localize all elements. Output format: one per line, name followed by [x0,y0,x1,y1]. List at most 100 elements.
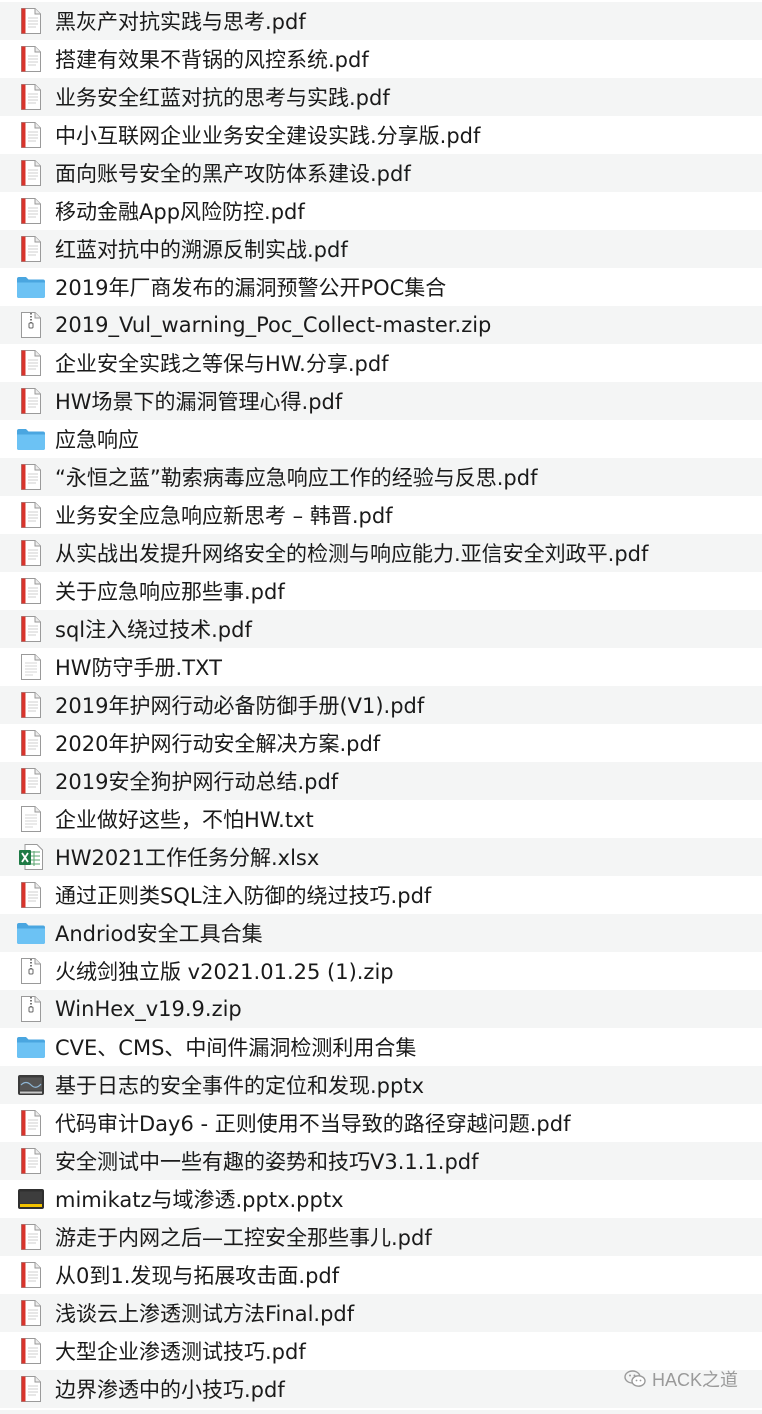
file-name: 2019安全狗护网行动总结.pdf [55,770,339,794]
pdf-file-icon [16,690,46,720]
file-name: 企业做好这些，不怕HW.txt [55,808,314,832]
zip-file-icon [16,994,46,1024]
file-row[interactable]: 业务安全应急响应新思考 – 韩晋.pdf [0,496,762,534]
keynote-presentation-icon [16,1184,46,1214]
pdf-file-icon [16,158,46,188]
pdf-file-icon [16,348,46,378]
pdf-file-icon [16,614,46,644]
file-name: 游走于内网之后—工控安全那些事儿.pdf [55,1226,432,1250]
text-file-icon [16,652,46,682]
folder-icon [16,918,46,948]
pdf-file-icon [16,500,46,530]
file-name: sql注入绕过技术.pdf [55,618,252,642]
file-row[interactable]: 2019年护网行动必备防御手册(V1).pdf [0,686,762,724]
file-row[interactable]: 火绒剑独立版 v2021.01.25 (1).zip [0,952,762,990]
file-name: 基于日志的安全事件的定位和发现.pptx [55,1074,424,1098]
file-row[interactable]: 浅谈云上渗透测试方法Final.pdf [0,1294,762,1332]
file-row[interactable]: 从0到1.发现与拓展攻击面.pdf [0,1256,762,1294]
folder-icon [16,1032,46,1062]
pdf-file-icon [16,538,46,568]
file-name: Andriod安全工具合集 [55,922,263,946]
file-name: CVE、CMS、中间件漏洞检测利用合集 [55,1036,417,1060]
file-row[interactable]: 中小互联网企业业务安全建设实践.分享版.pdf [0,116,762,154]
file-row[interactable]: HW2021工作任务分解.xlsx [0,838,762,876]
file-row[interactable]: 关于应急响应那些事.pdf [0,572,762,610]
file-name: WinHex_v19.9.zip [55,997,242,1021]
text-file-icon [16,804,46,834]
file-row[interactable]: WinHex_v19.9.zip [0,990,762,1028]
file-name: 安全测试中一些有趣的姿势和技巧V3.1.1.pdf [55,1150,479,1174]
file-name: HW场景下的漏洞管理心得.pdf [55,390,343,414]
file-row[interactable]: 面向账号安全的黑产攻防体系建设.pdf [0,154,762,192]
file-row[interactable]: 搭建有效果不背锅的风控系统.pdf [0,40,762,78]
file-row[interactable]: 从实战出发提升网络安全的检测与响应能力.亚信安全刘政平.pdf [0,534,762,572]
file-name: 应急响应 [55,428,139,452]
file-row[interactable]: 移动金融App风险防控.pdf [0,192,762,230]
file-name: 火绒剑独立版 v2021.01.25 (1).zip [55,960,394,984]
file-row[interactable]: HW场景下的漏洞管理心得.pdf [0,382,762,420]
file-row[interactable]: 2019安全狗护网行动总结.pdf [0,762,762,800]
file-name: 关于应急响应那些事.pdf [55,580,285,604]
folder-row[interactable]: 2019年厂商发布的漏洞预警公开POC集合 [0,268,762,306]
file-row[interactable]: sql注入绕过技术.pdf [0,610,762,648]
pdf-file-icon [16,462,46,492]
pdf-file-icon [16,880,46,910]
folder-row[interactable]: 应急响应 [0,420,762,458]
file-row[interactable]: 黑灰产对抗实践与思考.pdf [0,2,762,40]
file-name: 业务安全红蓝对抗的思考与实践.pdf [55,86,390,110]
file-row[interactable]: 游走于内网之后—工控安全那些事儿.pdf [0,1218,762,1256]
file-row[interactable]: 2020年护网行动安全解决方案.pdf [0,724,762,762]
file-row[interactable]: mimikatz与域渗透.pptx.pptx [0,1180,762,1218]
folder-row[interactable]: CVE、CMS、中间件漏洞检测利用合集 [0,1028,762,1066]
file-name: 2019_Vul_warning_Poc_Collect-master.zip [55,313,492,337]
watermark: HACK之道 [624,1366,738,1392]
file-name: 2019年厂商发布的漏洞预警公开POC集合 [55,276,447,300]
file-name: 边界渗透中的小技巧.pdf [55,1378,285,1402]
keynote-presentation-icon [16,1070,46,1100]
file-name: 大型企业渗透测试技巧.pdf [55,1340,306,1364]
file-row[interactable]: 2019_Vul_warning_Poc_Collect-master.zip [0,306,762,344]
file-row[interactable]: 基于日志的安全事件的定位和发现.pptx [0,1066,762,1104]
file-name: 红蓝对抗中的溯源反制实战.pdf [55,238,348,262]
file-row[interactable]: “永恒之蓝”勒索病毒应急响应工作的经验与反思.pdf [0,458,762,496]
wechat-icon [624,1370,646,1388]
file-name: 通过正则类SQL注入防御的绕过技巧.pdf [55,884,432,908]
excel-file-icon [16,842,46,872]
pdf-file-icon [16,82,46,112]
file-name: 从实战出发提升网络安全的检测与响应能力.亚信安全刘政平.pdf [55,542,649,566]
pdf-file-icon [16,1222,46,1252]
file-row[interactable]: 企业做好这些，不怕HW.txt [0,800,762,838]
file-name: 2020年护网行动安全解决方案.pdf [55,732,381,756]
file-name: 浅谈云上渗透测试方法Final.pdf [55,1302,355,1326]
file-row[interactable]: 大型企业渗透测试技巧.pdf [0,1332,762,1370]
file-name: 搭建有效果不背锅的风控系统.pdf [55,48,369,72]
pdf-file-icon [16,1108,46,1138]
file-row[interactable]: 企业安全实践之等保与HW.分享.pdf [0,344,762,382]
file-name: 企业安全实践之等保与HW.分享.pdf [55,352,389,376]
pdf-file-icon [16,576,46,606]
file-row[interactable]: 业务安全红蓝对抗的思考与实践.pdf [0,78,762,116]
file-name: mimikatz与域渗透.pptx.pptx [55,1188,344,1212]
file-name: HW2021工作任务分解.xlsx [55,846,320,870]
zip-file-icon [16,310,46,340]
file-row[interactable]: 红蓝对抗中的溯源反制实战.pdf [0,230,762,268]
list-bottom-edge [0,1410,762,1414]
file-name: 2019年护网行动必备防御手册(V1).pdf [55,694,425,718]
folder-row[interactable]: Andriod安全工具合集 [0,914,762,952]
file-name: 业务安全应急响应新思考 – 韩晋.pdf [55,504,393,528]
zip-file-icon [16,956,46,986]
watermark-text: HACK之道 [651,1370,738,1390]
pdf-file-icon [16,766,46,796]
file-row[interactable]: HW防守手册.TXT [0,648,762,686]
pdf-file-icon [16,1298,46,1328]
pdf-file-icon [16,44,46,74]
file-list: 黑灰产对抗实践与思考.pdf 搭建有效果不背锅的风控系统.pdf 业务安全红蓝对… [0,2,762,1408]
pdf-file-icon [16,1260,46,1290]
file-name: 移动金融App风险防控.pdf [55,200,305,224]
file-row[interactable]: 安全测试中一些有趣的姿势和技巧V3.1.1.pdf [0,1142,762,1180]
pdf-file-icon [16,1146,46,1176]
file-row[interactable]: 通过正则类SQL注入防御的绕过技巧.pdf [0,876,762,914]
file-name: 黑灰产对抗实践与思考.pdf [55,10,306,34]
pdf-file-icon [16,6,46,36]
file-row[interactable]: 代码审计Day6 - 正则使用不当导致的路径穿越问题.pdf [0,1104,762,1142]
